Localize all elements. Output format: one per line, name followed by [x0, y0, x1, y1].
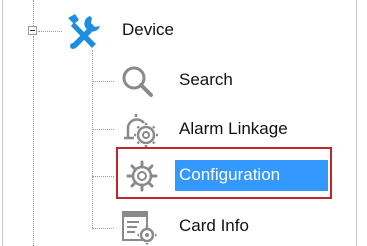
- tree-node-label: Card Info: [179, 216, 249, 235]
- tree-node-card-info[interactable]: Card Info: [116, 208, 266, 246]
- tree-line-branch-config: [92, 176, 114, 177]
- selected-node-highlight[interactable]: Configuration: [175, 160, 328, 191]
- device-tools-icon: [68, 14, 100, 49]
- tree-node-label: Search: [179, 70, 233, 89]
- alarm-bell-gear-icon: [124, 114, 158, 147]
- tree-node-device[interactable]: Device: [62, 10, 222, 54]
- tree-node-label: Configuration: [179, 165, 281, 184]
- gear-icon: [126, 160, 158, 192]
- tree-line-root-branch: [38, 31, 62, 32]
- device-tree-panel: Device Search Alarm Linkage Configuratio…: [0, 0, 367, 246]
- tree-line-root-trunk: [33, 36, 34, 246]
- collapse-toggle[interactable]: [28, 26, 37, 35]
- card-info-form-icon: [122, 211, 157, 245]
- tree-line-children-trunk: [92, 50, 93, 228]
- tree-line-branch-alarm: [92, 129, 114, 130]
- panel-left-border: [2, 0, 3, 246]
- tree-node-label: Device: [122, 20, 174, 39]
- tree-line-branch-card: [92, 228, 114, 229]
- tree-line-top: [33, 0, 34, 26]
- tree-node-search[interactable]: Search: [116, 62, 266, 100]
- magnifier-icon: [122, 66, 153, 97]
- tree-line-branch-search: [92, 81, 114, 82]
- tree-node-label: Alarm Linkage: [179, 119, 288, 138]
- tree-node-alarm-linkage[interactable]: Alarm Linkage: [116, 110, 346, 148]
- panel-right-border: [356, 0, 357, 246]
